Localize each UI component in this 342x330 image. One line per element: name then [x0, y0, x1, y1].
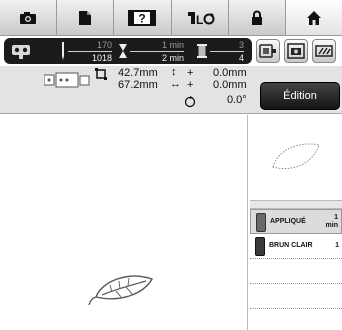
rotation-icon — [184, 96, 196, 108]
hourglass-icon — [119, 44, 127, 58]
size-frame-icon — [44, 72, 90, 88]
thread-row-brun-clair[interactable]: BRUN CLAIR 1 — [250, 234, 342, 259]
needle-icon — [62, 42, 64, 60]
camera-tab[interactable] — [0, 0, 58, 35]
thread-cut-icon: L — [187, 11, 215, 26]
color-current: 3 — [238, 39, 244, 50]
design-width: 42.7mm — [118, 67, 158, 79]
frame-select-button[interactable] — [256, 39, 280, 63]
thread-name: APPLIQUÉ — [270, 218, 306, 225]
spool-icon-wrap — [196, 38, 208, 64]
camera-frame-button[interactable] — [284, 39, 308, 63]
leaf-outline-preview-icon — [272, 143, 320, 169]
vertical-arrow-icon: ↕ — [171, 66, 177, 78]
thread-time: 1 min — [325, 214, 338, 229]
preview-divider — [250, 201, 342, 209]
help-label: ? — [139, 11, 146, 25]
camera-icon — [20, 11, 37, 24]
thread-row-empty — [250, 284, 342, 309]
rotation-value: 0.0° — [227, 94, 247, 106]
embroidery-canvas[interactable] — [0, 115, 248, 330]
lock-icon — [251, 10, 262, 25]
edit-button[interactable]: Édition — [260, 82, 340, 110]
hourglass-icon-wrap — [118, 38, 128, 64]
thread-spool-icon — [256, 213, 266, 232]
presser-foot-icon-wrap — [10, 38, 32, 64]
design-preview — [250, 115, 342, 201]
stitch-counter: 170 1018 — [68, 38, 112, 64]
leaf-design-icon — [88, 275, 154, 306]
help-icon: ? — [128, 9, 157, 26]
camera-frame-icon — [287, 43, 305, 59]
thread-spool-icon — [255, 237, 265, 256]
top-tab-bar: ? L — [0, 0, 342, 36]
size-icon — [95, 68, 107, 80]
time-current: 1 min — [161, 39, 184, 50]
horizontal-offset: 0.0mm — [213, 79, 247, 91]
color-counter: 3 4 — [210, 38, 244, 64]
svg-text:L: L — [196, 13, 203, 26]
home-tab[interactable] — [285, 0, 342, 35]
document-icon — [79, 10, 92, 25]
thread-row-applique[interactable]: APPLIQUÉ 1 min — [250, 209, 342, 234]
document-tab[interactable] — [57, 0, 115, 35]
needle-icon-wrap — [60, 38, 66, 64]
frame-select-icon — [259, 44, 276, 58]
status-bar: 170 1018 1 min 2 min 3 4 — [4, 38, 252, 64]
design-height: 67.2mm — [118, 79, 158, 91]
thread-color-list: APPLIQUÉ 1 min BRUN CLAIR 1 — [250, 209, 342, 330]
lock-tab[interactable] — [228, 0, 286, 35]
color-total: 4 — [238, 52, 244, 63]
presser-foot-icon — [12, 45, 30, 59]
stitch-total: 1018 — [91, 52, 112, 63]
time-total: 2 min — [161, 52, 184, 63]
home-icon — [306, 10, 321, 25]
needle-position-button[interactable] — [312, 39, 336, 63]
horizontal-arrow-icon: ↔ — [170, 78, 181, 90]
thread-row-empty — [250, 259, 342, 284]
vertical-plus: + — [187, 67, 194, 79]
thread-time: 1 — [335, 242, 339, 249]
stitch-current: 170 — [96, 39, 112, 50]
thread-name: BRUN CLAIR — [269, 242, 313, 249]
horizontal-plus: + — [187, 79, 194, 91]
needle-position-icon — [315, 45, 333, 57]
vertical-offset: 0.0mm — [213, 67, 247, 79]
thread-cut-tab[interactable]: L — [171, 0, 229, 35]
time-counter: 1 min 2 min — [130, 38, 184, 64]
spool-icon — [197, 44, 207, 58]
help-tab[interactable]: ? — [114, 0, 172, 35]
